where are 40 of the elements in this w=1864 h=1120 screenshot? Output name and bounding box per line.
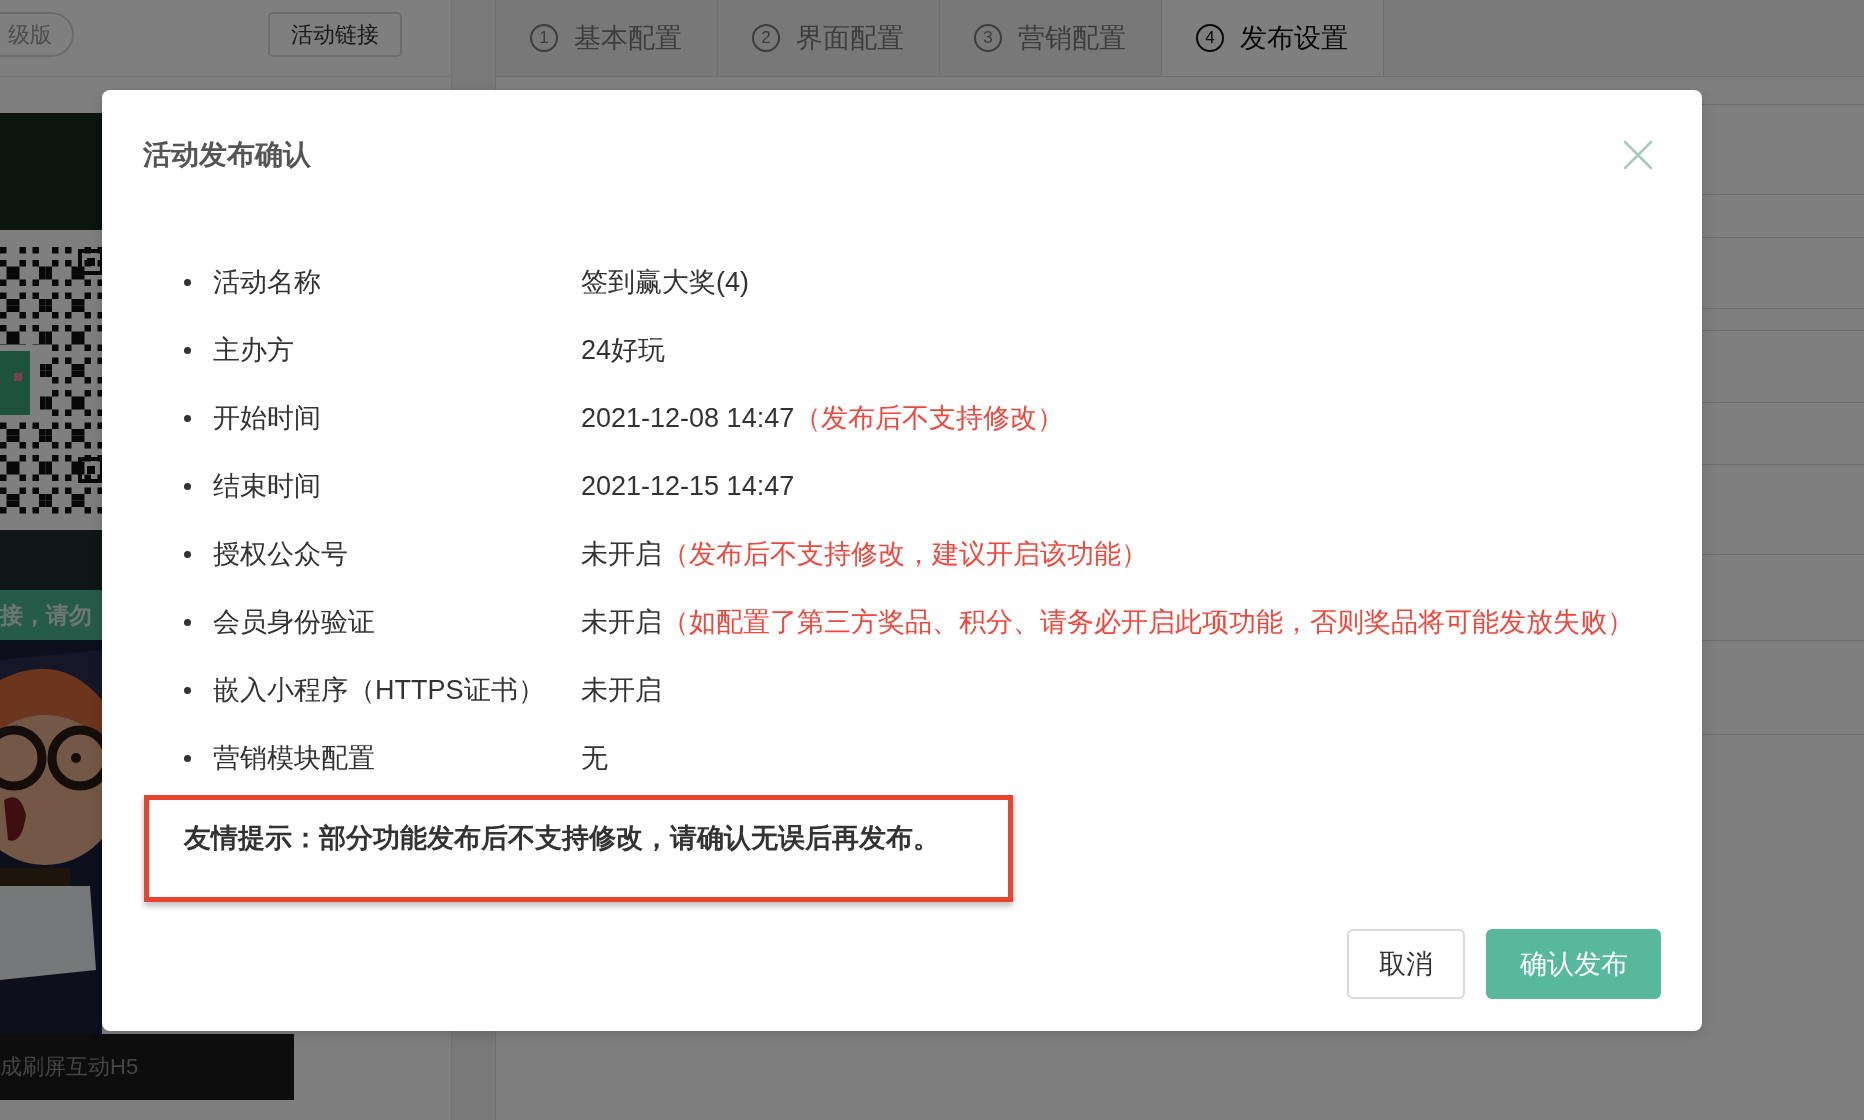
item-value: 未开启 xyxy=(581,606,662,639)
bullet-icon xyxy=(184,550,191,558)
bullet-icon xyxy=(184,278,191,286)
item-value: 签到赢大奖(4) xyxy=(581,266,749,299)
close-icon[interactable] xyxy=(1623,140,1653,170)
bullet-icon xyxy=(184,346,191,354)
item-label: 活动名称 xyxy=(213,266,322,299)
bullet-icon xyxy=(184,482,191,490)
item-label: 主办方 xyxy=(213,334,295,367)
step-number: 1 xyxy=(530,24,558,52)
item-label: 结束时间 xyxy=(213,470,322,503)
item-label: 会员身份验证 xyxy=(213,606,376,639)
warning-note: （如配置了第三方奖品、积分、请务必开启此项功能，否则奖品将可能发放失败） xyxy=(662,606,1634,639)
bullet-icon xyxy=(184,618,191,626)
step-tab[interactable]: 4 发布设置 xyxy=(1162,0,1384,76)
item-label: 授权公众号 xyxy=(213,538,349,571)
activity-link-button[interactable]: 活动链接 xyxy=(268,12,402,57)
step-number: 4 xyxy=(1196,24,1224,52)
item-label: 嵌入小程序（HTTPS证书） xyxy=(213,674,546,707)
item-label: 开始时间 xyxy=(213,402,322,435)
caption-text: 成刷屏互动H5 xyxy=(0,1053,139,1081)
item-value: 24好玩 xyxy=(581,334,666,367)
item-value: 未开启 xyxy=(581,538,662,571)
bullet-icon xyxy=(184,686,191,694)
item-value: 未开启 xyxy=(581,674,662,707)
step-number: 2 xyxy=(752,24,780,52)
cancel-button[interactable]: 取消 xyxy=(1347,929,1465,999)
item-label: 营销模块配置 xyxy=(213,742,376,775)
item-value: 无 xyxy=(581,742,608,775)
warning-note: （发布后不支持修改，建议开启该功能） xyxy=(662,538,1148,571)
dialog-title: 活动发布确认 xyxy=(143,138,311,172)
confirm-publish-button[interactable]: 确认发布 xyxy=(1486,929,1661,999)
banner-text: 接，请勿 xyxy=(0,600,92,630)
tip-text: 友情提示：部分功能发布后不支持修改，请确认无误后再发布。 xyxy=(184,822,941,855)
item-value: 2021-12-15 14:47 xyxy=(581,470,795,502)
warning-note: （发布后不支持修改） xyxy=(794,402,1065,435)
bullet-icon xyxy=(184,414,191,422)
step-number: 3 xyxy=(974,24,1002,52)
bullet-icon xyxy=(184,754,191,762)
item-value: 2021-12-08 14:47 xyxy=(581,402,795,434)
